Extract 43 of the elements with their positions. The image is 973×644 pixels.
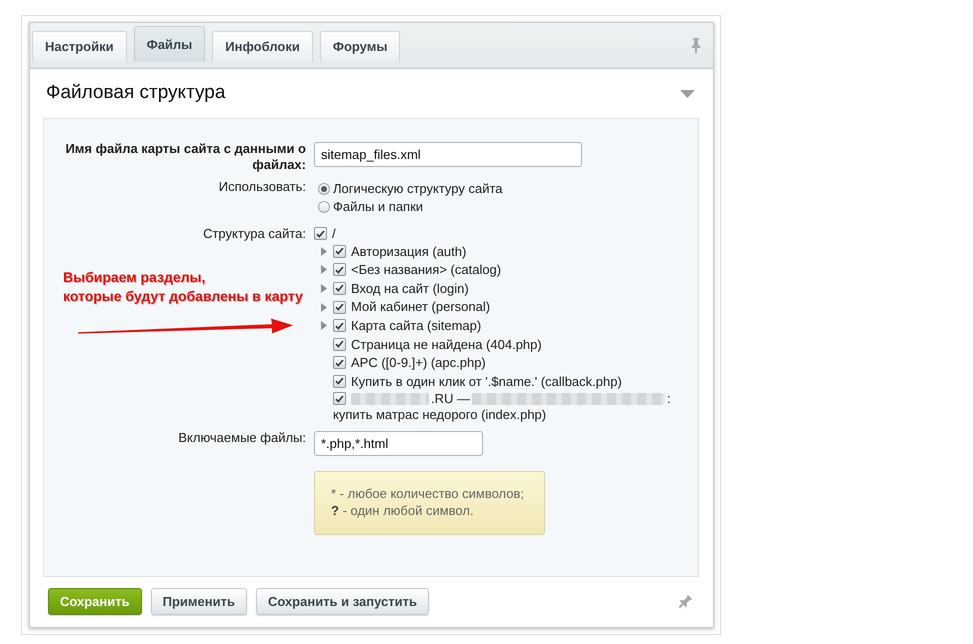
checkbox[interactable] [333, 356, 346, 370]
tree-item-label: / [332, 224, 336, 243]
tab[interactable]: Инфоблоки [212, 31, 313, 62]
tree-item-label: .RU — [431, 390, 470, 408]
checkbox[interactable] [333, 374, 346, 388]
checkbox[interactable] [333, 282, 346, 295]
tree-item-label: Мой кабинет (personal) [351, 298, 490, 316]
field-label: Структура сайта: [202, 225, 306, 242]
annotation-text: Выбираем разделы, которые будут добавлены в карту [63, 268, 303, 306]
checkbox[interactable] [333, 338, 346, 351]
radio-button[interactable] [318, 183, 330, 195]
radio-label: Файлы и папки [333, 198, 424, 216]
action-button[interactable]: Сохранить и запустить [256, 588, 429, 615]
tab[interactable]: Форумы [320, 31, 400, 62]
field-label: Имя файла карты сайта с данными о файлах: [64, 141, 306, 173]
tree-item-label: купить матрас недорого (index.php) [333, 406, 546, 424]
tree-item-label: Страница не найдена (404.php) [351, 336, 542, 354]
radio-label: Логическую структуру сайта [333, 180, 503, 198]
tab[interactable]: Файлы [134, 26, 206, 62]
tree-item-label: Купить в один клик от '.$name.' (callback.php) [351, 372, 622, 391]
section-title: Файловая структура [46, 81, 226, 106]
input-field[interactable]: *.php,*.html [314, 430, 483, 456]
tree-item-label: <Без названия> (catalog) [351, 261, 502, 280]
checkbox[interactable] [333, 319, 346, 332]
tree-item-label: APC ([0-9.]+) (apc.php) [351, 354, 486, 372]
hint-text: * - любое количество символов; [331, 484, 526, 502]
collapse-triangle-icon[interactable] [680, 90, 695, 98]
tree-item-label: Карта сайта (sitemap) [351, 316, 482, 335]
checkbox[interactable] [333, 300, 346, 314]
checkbox[interactable] [333, 392, 346, 406]
checkbox[interactable] [314, 227, 327, 240]
action-button[interactable]: Применить [150, 588, 247, 615]
tree-item-label: Авторизация (auth) [351, 242, 466, 261]
tree-item-label: Вход на сайт (login) [351, 280, 469, 298]
hint-text: ? - один любой символ. [331, 502, 475, 519]
checkbox[interactable] [333, 244, 346, 258]
checkbox[interactable] [333, 263, 346, 276]
tab[interactable]: Настройки [32, 31, 127, 62]
field-label: Использовать: [218, 178, 306, 196]
input-field[interactable]: sitemap_files.xml [314, 142, 582, 167]
radio-button[interactable] [318, 201, 330, 213]
tree-item-label: : [667, 390, 671, 408]
field-label: Включаемые файлы: [177, 430, 306, 446]
